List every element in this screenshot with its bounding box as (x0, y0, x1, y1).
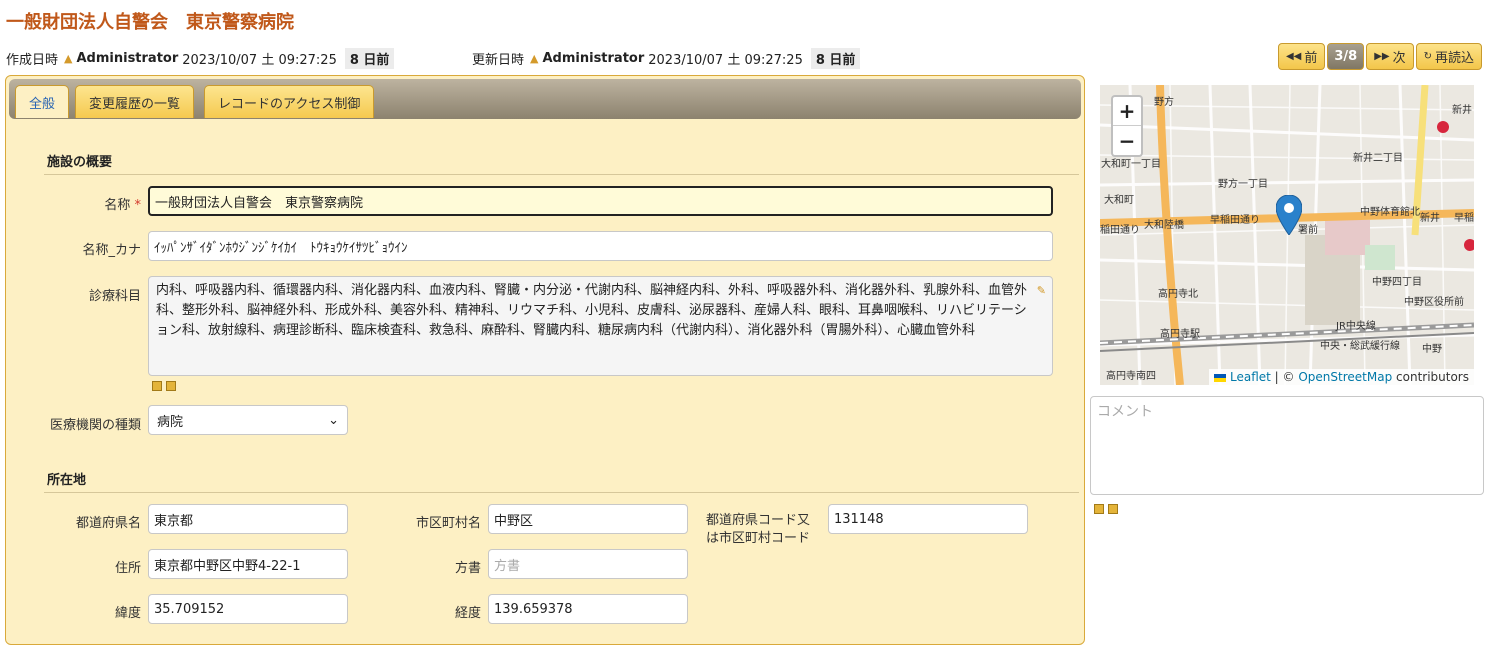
map-label: 大和町 (1104, 195, 1134, 206)
location-map[interactable]: 野方 新井 大和町一丁目 新井二丁目 野方一丁目 大和町 大和陸橋 早稲田通り … (1100, 85, 1474, 385)
record-navigation: ◀◀ 前 3/8 ▶▶ 次 ↻ 再読込 (1277, 43, 1482, 70)
next-label: 次 (1392, 51, 1406, 66)
kana-input[interactable]: ｲｯﾊﾟﾝｻﾞｲﾀﾞﾝﾎｳｼﾞﾝｼﾞｹｲｶｲ ﾄｳｷｮｳｹｲｻﾂﾋﾞｮｳｲﾝ (148, 231, 1053, 261)
reload-button[interactable]: ↻ 再読込 (1415, 43, 1482, 70)
map-label: 高円寺北 (1158, 289, 1198, 300)
attribution-separator: | © (1270, 370, 1299, 384)
map-attribution: Leaflet | © OpenStreetMap contributors (1209, 369, 1474, 385)
created-user[interactable]: Administrator (76, 51, 178, 66)
attribution-tail: contributors (1392, 370, 1469, 384)
tab-history[interactable]: 変更履歴の一覧 (75, 85, 195, 118)
map-label: 中野体育館北 (1360, 207, 1420, 218)
map-label: 野方 (1154, 97, 1174, 108)
dept-tools (152, 381, 176, 391)
map-label: 中央・総武緩行線 (1320, 341, 1400, 352)
map-label: 中野四丁目 (1372, 277, 1422, 288)
city-label: 市区町村名 (415, 516, 481, 531)
section-overview: 施設の概要 (44, 151, 1079, 175)
dept-text: 内科、呼吸器内科、循環器内科、消化器内科、血液内科、腎臓・内分泌・代謝内科、脳神… (156, 283, 1028, 338)
map-label: 新井 (1452, 105, 1472, 116)
created-ago-badge: 8 日前 (344, 48, 395, 69)
lat-label: 緯度 (114, 606, 141, 621)
direction-input[interactable]: 方書 (488, 549, 688, 579)
created-date: 2023/10/07 土 09:27:25 (182, 53, 337, 68)
user-icon: ▲ (64, 52, 73, 65)
record-editor: 全般 変更履歴の一覧 レコードのアクセス制御 施設の概要 名称 * 一般財団法人… (5, 75, 1085, 645)
lng-input[interactable]: 139.659378 (488, 594, 688, 624)
required-mark: * (134, 198, 142, 213)
zoom-in-button[interactable]: + (1113, 97, 1141, 126)
type-select[interactable]: 病院 ⌄ (148, 405, 348, 435)
name-label-text: 名称 (104, 198, 131, 213)
updated-ago-badge: 8 日前 (810, 48, 861, 69)
code-label: 都道府県コード又は市区町村コード (706, 513, 811, 546)
code-input[interactable]: 131148 (828, 504, 1028, 534)
map-zoom-control: + − (1111, 95, 1143, 157)
prev-label: 前 (1304, 51, 1318, 66)
tab-bar: 全般 変更履歴の一覧 レコードのアクセス制御 (9, 79, 1081, 119)
comment-tools (1094, 504, 1118, 514)
city-input[interactable]: 中野区 (488, 504, 688, 534)
page-indicator: 3/8 (1327, 43, 1365, 70)
tab-general[interactable]: 全般 (15, 85, 70, 118)
lng-label: 経度 (454, 606, 481, 621)
prev-button[interactable]: ◀◀ 前 (1277, 43, 1326, 70)
osm-link[interactable]: OpenStreetMap (1298, 370, 1392, 384)
map-label: 高円寺駅 (1160, 329, 1200, 340)
map-label: 大和町一丁目 (1101, 159, 1161, 170)
chevron-down-icon: ⌄ (328, 412, 339, 428)
updated-date: 2023/10/07 土 09:27:25 (648, 53, 803, 68)
type-label: 医療機関の種類 (49, 418, 141, 433)
prev-icon: ◀◀ (1285, 51, 1302, 62)
lat-input[interactable]: 35.709152 (148, 594, 348, 624)
map-label: 早稲 (1454, 213, 1474, 224)
ukraine-flag-icon (1214, 373, 1227, 382)
dept-label: 診療科目 (88, 289, 141, 304)
kana-label: 名称_カナ (82, 243, 141, 258)
reload-label: 再読込 (1434, 51, 1474, 66)
pref-label: 都道府県名 (75, 516, 141, 531)
comment-textarea[interactable]: コメント (1090, 396, 1484, 495)
name-label: 名称 * (26, 194, 141, 213)
section-location: 所在地 (44, 469, 1079, 493)
name-input[interactable]: 一般財団法人自警会 東京警察病院 (148, 186, 1053, 216)
created-meta: 作成日時 ▲ Administrator 2023/10/07 土 09:27:… (6, 48, 395, 69)
updated-user[interactable]: Administrator (542, 51, 644, 66)
map-tiles (1100, 85, 1474, 385)
map-label: 大和陸橋 (1144, 220, 1184, 231)
page-title: 一般財団法人自警会 東京警察病院 (6, 12, 294, 33)
dept-textarea[interactable]: 内科、呼吸器内科、循環器内科、消化器内科、血液内科、腎臓・内分泌・代謝内科、脳神… (148, 276, 1053, 376)
address-label: 住所 (114, 561, 141, 576)
zoom-out-button[interactable]: − (1113, 126, 1141, 155)
map-label: 新井二丁目 (1353, 153, 1403, 164)
address-input[interactable]: 東京都中野区中野4-22-1 (148, 549, 348, 579)
map-label: JR中央線 (1336, 321, 1376, 332)
next-button[interactable]: ▶▶ 次 (1366, 43, 1414, 70)
map-label: 野方一丁目 (1218, 179, 1268, 190)
map-label: 早稲田通り (1210, 215, 1260, 226)
image-icon[interactable] (1094, 504, 1104, 514)
next-icon: ▶▶ (1374, 51, 1390, 62)
map-label: 稲田通り (1100, 225, 1140, 236)
map-label: 中野区役所前 (1404, 297, 1464, 308)
created-label: 作成日時 (6, 53, 59, 68)
table-icon[interactable] (1108, 504, 1118, 514)
user-icon: ▲ (530, 52, 539, 65)
leaflet-link[interactable]: Leaflet (1230, 370, 1271, 384)
updated-label: 更新日時 (472, 53, 525, 68)
map-label: 署前 (1298, 225, 1318, 236)
map-label: 高円寺南四 (1106, 371, 1156, 382)
updated-meta: 更新日時 ▲ Administrator 2023/10/07 土 09:27:… (472, 48, 861, 69)
table-icon[interactable] (166, 381, 176, 391)
direction-label: 方書 (454, 561, 481, 576)
pref-input[interactable]: 東京都 (148, 504, 348, 534)
type-select-value: 病院 (157, 414, 184, 430)
image-icon[interactable] (152, 381, 162, 391)
edit-pencil-icon[interactable]: ✎ (1037, 281, 1046, 301)
map-label: 新井 (1420, 213, 1440, 224)
reload-icon: ↻ (1423, 51, 1432, 62)
tab-access-control[interactable]: レコードのアクセス制御 (204, 85, 375, 118)
map-label: 中野 (1422, 344, 1442, 355)
